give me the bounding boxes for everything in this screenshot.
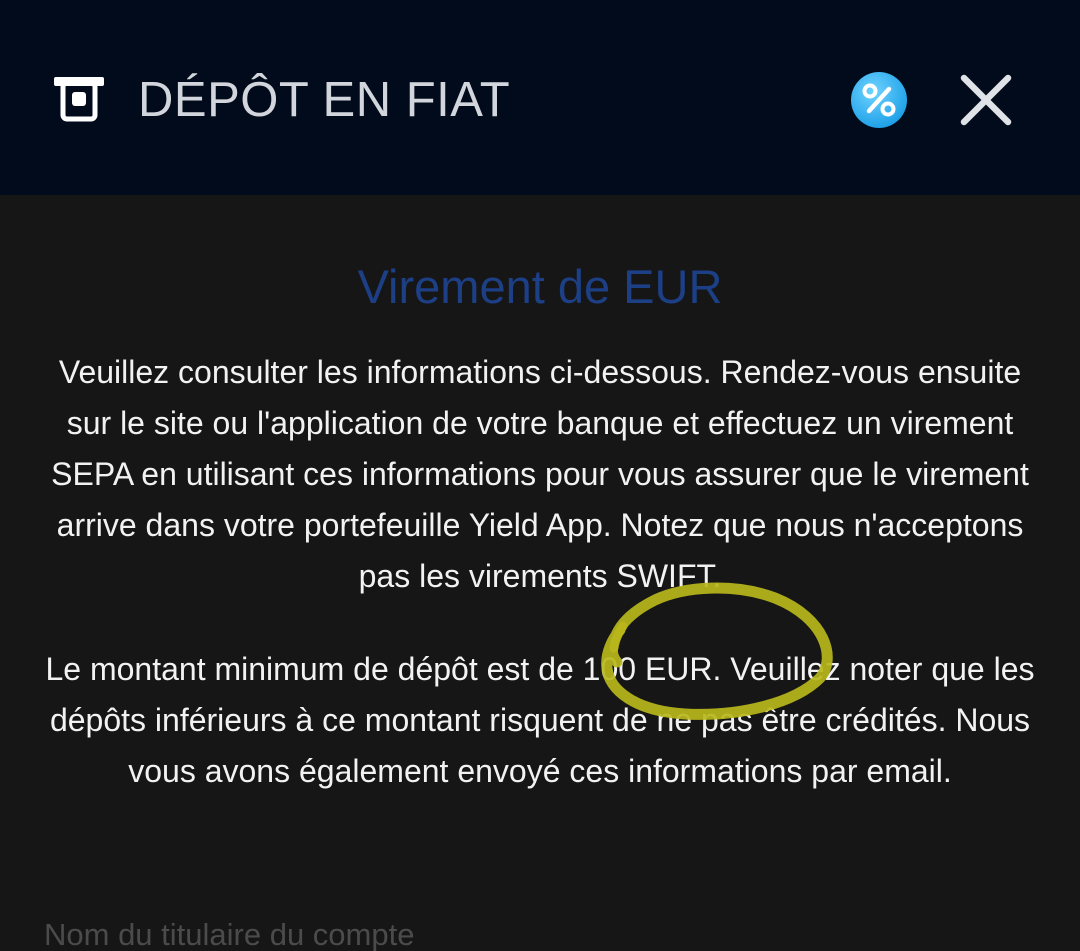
- page-title: DÉPÔT EN FIAT: [138, 73, 511, 127]
- minimum-deposit-paragraph: Le montant minimum de dépôt est de 100 E…: [45, 651, 1035, 789]
- close-icon[interactable]: [958, 72, 1014, 128]
- deposit-terminal-icon: [54, 77, 104, 122]
- app-header: DÉPÔT EN FIAT: [0, 0, 1080, 195]
- instructions-paragraph: Veuillez consulter les informations ci-d…: [51, 354, 1029, 594]
- percent-badge-icon[interactable]: [850, 71, 908, 129]
- account-holder-label: Nom du titulaire du compte: [44, 917, 415, 951]
- deposit-content: Virement de EUR Veuillez consulter les i…: [0, 195, 1080, 951]
- section-title: Virement de EUR: [357, 260, 723, 313]
